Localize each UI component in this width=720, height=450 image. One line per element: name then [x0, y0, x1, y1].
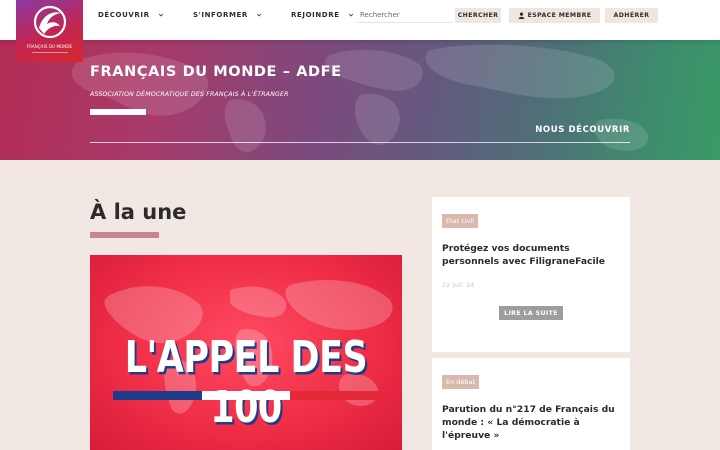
read-more-label: LIRE LA SUITE — [504, 309, 558, 317]
member-space-button[interactable]: ESPACE MEMBRE — [509, 8, 600, 23]
search-button-label: CHERCHER — [457, 12, 499, 19]
site-logo[interactable]: FRANÇAIS DU MONDE — [16, 0, 83, 62]
nav-rejoindre[interactable]: REJOINDRE — [291, 11, 354, 19]
hero-subtitle: ASSOCIATION DÉMOCRATIQUE DES FRANÇAIS À … — [90, 91, 289, 98]
join-button-label: ADHÉRER — [613, 12, 650, 19]
nav-decouvrir-label: DÉCOUVRIR — [98, 11, 150, 19]
feature-headline: L'APPEL DES 100 — [124, 333, 368, 433]
search-input[interactable] — [357, 8, 453, 23]
flag-white-stripe — [201, 391, 291, 400]
article-title[interactable]: Protégez vos documents personnels avec F… — [442, 242, 622, 268]
category-badge[interactable]: Etat civil — [442, 214, 479, 228]
article-date: 22 juil. 24 — [442, 281, 475, 289]
featured-article-image[interactable]: L'APPEL DES 100 — [90, 255, 402, 450]
chevron-down-icon — [348, 13, 353, 17]
member-space-label: ESPACE MEMBRE — [527, 12, 592, 19]
hero-banner: FRANÇAIS DU MONDE – ADFE ASSOCIATION DÉM… — [0, 40, 720, 160]
category-badge[interactable]: En débat — [442, 375, 480, 389]
article-title[interactable]: Parution du n°217 de Français du monde :… — [442, 403, 622, 442]
flag-red-stripe — [290, 391, 380, 400]
logo-emblem-icon — [33, 5, 66, 39]
article-card[interactable]: Etat civil Protégez vos documents person… — [432, 197, 630, 352]
read-more-button[interactable]: LIRE LA SUITE — [499, 306, 563, 320]
hero-accent-bar — [90, 109, 146, 115]
section-title: À la une — [90, 200, 187, 224]
flag-blue-stripe — [113, 391, 202, 400]
hero-title: FRANÇAIS DU MONDE – ADFE — [90, 64, 342, 80]
article-card[interactable]: En débat Parution du n°217 de Français d… — [432, 358, 630, 450]
top-navigation-bar: DÉCOUVRIR S'INFORMER REJOINDRE CHERCHER … — [0, 0, 720, 40]
nav-decouvrir[interactable]: DÉCOUVRIR — [98, 11, 164, 19]
user-icon — [518, 12, 524, 19]
nav-s-informer-label: S'INFORMER — [193, 11, 248, 19]
chevron-down-icon — [158, 13, 163, 17]
nav-s-informer[interactable]: S'INFORMER — [193, 11, 262, 19]
join-button[interactable]: ADHÉRER — [605, 8, 658, 23]
logo-divider — [31, 52, 68, 53]
section-accent-bar — [90, 232, 159, 238]
chevron-down-icon — [256, 13, 262, 17]
search-button[interactable]: CHERCHER — [455, 8, 501, 23]
hero-divider — [90, 142, 630, 143]
logo-text: FRANÇAIS DU MONDE — [26, 44, 73, 49]
nav-rejoindre-label: REJOINDRE — [291, 11, 340, 19]
discover-link[interactable]: NOUS DÉCOUVRIR — [535, 125, 630, 135]
french-flag-stripe — [113, 391, 380, 400]
